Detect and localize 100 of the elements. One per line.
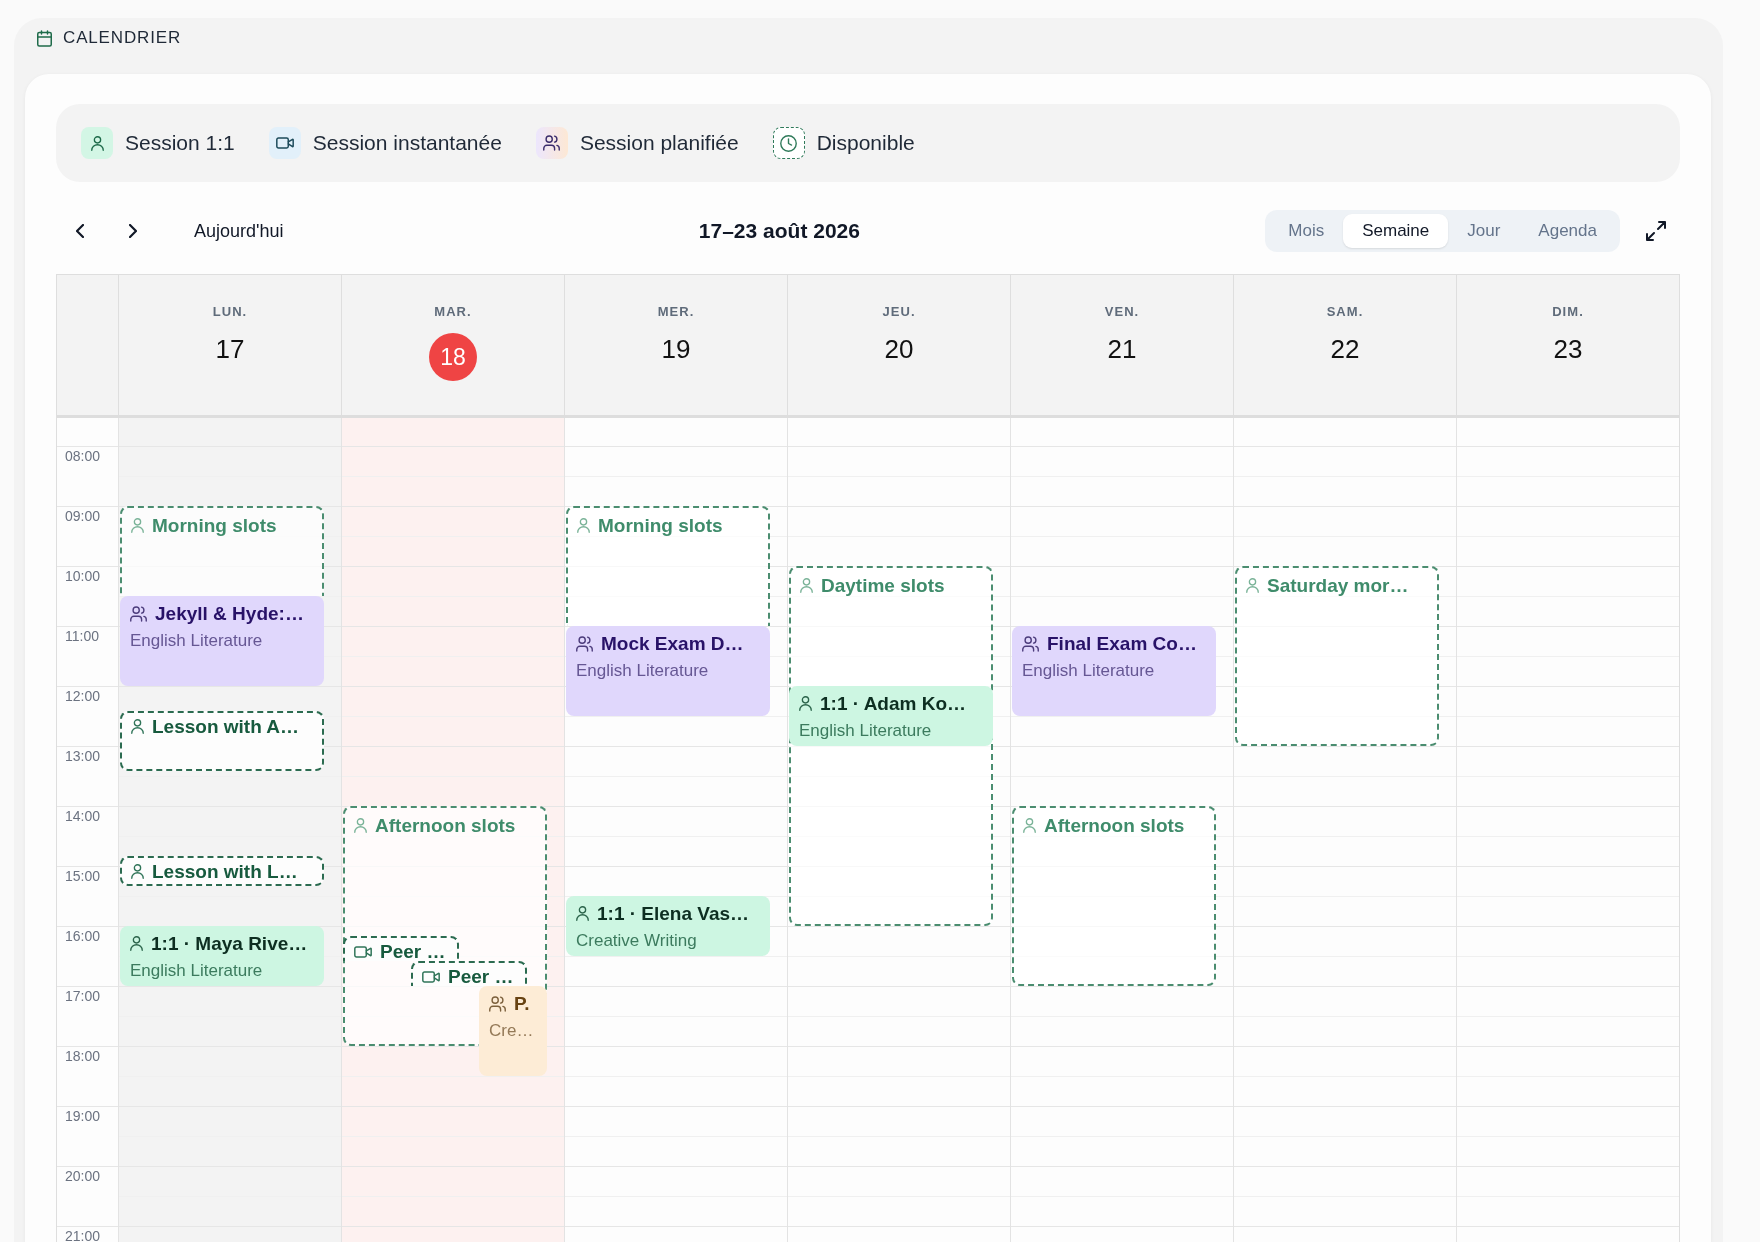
session-card[interactable]: Mock Exam D… English Literature — [566, 626, 770, 716]
session-card[interactable]: P. Cre… — [479, 986, 547, 1076]
person-icon — [576, 906, 589, 921]
event-title: 1:1 · Adam Ko… — [820, 694, 967, 713]
date-number: 20 — [884, 333, 914, 365]
event-title: Peer … — [448, 967, 514, 986]
event-subtitle: English Literature — [576, 661, 709, 681]
view-tab[interactable]: Jour — [1448, 214, 1520, 248]
panel-title: CALENDRIER — [63, 27, 182, 50]
person-icon — [1246, 578, 1259, 593]
event-subtitle: English Literature — [1022, 661, 1155, 681]
video-camera-icon — [354, 945, 372, 958]
time-label: 15:00 — [65, 869, 101, 883]
time-label: 18:00 — [65, 1049, 101, 1063]
event-title: Morning slots — [152, 516, 277, 535]
weekday-label: SAM. — [1326, 304, 1364, 320]
time-label: 08:00 — [65, 449, 101, 463]
availability-slot[interactable]: Afternoon slots — [1012, 806, 1216, 986]
time-label: 10:00 — [65, 569, 101, 583]
legend-label: Session planifiée — [579, 130, 739, 157]
people-icon — [576, 635, 593, 652]
session-card[interactable]: 1:1 · Adam Ko… English Literature — [789, 686, 993, 746]
person-icon — [354, 818, 367, 833]
view-tab[interactable]: Agenda — [1519, 214, 1616, 248]
legend-label: Disponible — [816, 130, 915, 157]
event-title: P. — [514, 994, 530, 1013]
event-title: 1:1 · Elena Vas… — [597, 904, 750, 923]
weekday-label: MAR. — [434, 304, 472, 320]
event-title: 1:1 · Maya Rive… — [151, 934, 308, 953]
people-icon — [130, 605, 147, 622]
legend-label: Session instantanée — [312, 130, 502, 157]
time-label: 14:00 — [65, 809, 101, 823]
clock-icon — [772, 127, 805, 159]
session-card[interactable]: Final Exam Co… English Literature — [1012, 626, 1216, 716]
event-subtitle: English Literature — [130, 631, 263, 651]
date-number: 23 — [1553, 333, 1583, 365]
legend-label: Session 1:1 — [125, 130, 235, 157]
booking-slot[interactable]: Lesson with L… — [120, 856, 324, 886]
person-icon — [131, 518, 144, 533]
event-title: Daytime slots — [821, 576, 945, 595]
person-icon — [800, 578, 813, 593]
time-label: 13:00 — [65, 749, 101, 763]
date-number: 17 — [215, 333, 245, 365]
view-tab[interactable]: Semaine — [1343, 214, 1449, 248]
event-title: Jekyll & Hyde:… — [155, 604, 304, 623]
date-range-title: 17–23 août 2026 — [698, 218, 860, 245]
weekday-label: MER. — [657, 304, 695, 320]
event-title: Lesson with A… — [152, 717, 300, 736]
chevron-right-icon — [129, 224, 137, 238]
booking-slot[interactable]: Peer … — [411, 961, 527, 986]
people-icon — [1022, 635, 1039, 652]
calendar-icon — [37, 29, 52, 47]
session-card[interactable]: Jekyll & Hyde:… English Literature — [120, 596, 324, 686]
person-icon — [81, 127, 113, 159]
time-label: 21:00 — [65, 1229, 101, 1242]
people-icon — [535, 127, 568, 159]
date-number: 18 — [429, 333, 477, 381]
weekday-label: JEU. — [882, 304, 916, 320]
date-number: 21 — [1107, 333, 1137, 365]
person-icon — [577, 518, 590, 533]
event-title: Lesson with L… — [152, 862, 298, 881]
event-title: Peer … — [380, 942, 446, 961]
booking-slot[interactable]: Peer … — [343, 936, 459, 961]
event-subtitle: English Literature — [130, 961, 263, 981]
person-icon — [131, 864, 144, 879]
time-label: 17:00 — [65, 989, 101, 1003]
availability-slot[interactable]: Morning slots — [120, 506, 324, 596]
event-title: Final Exam Co… — [1047, 634, 1197, 653]
time-label: 12:00 — [65, 689, 101, 703]
view-tab[interactable]: Mois — [1269, 214, 1344, 248]
person-icon — [131, 719, 144, 734]
booking-slot[interactable]: Lesson with A… — [120, 711, 324, 771]
video-camera-icon — [422, 970, 440, 983]
date-number: 19 — [661, 333, 691, 365]
session-card[interactable]: 1:1 · Maya Rive… English Literature — [120, 926, 324, 986]
weekday-label: LUN. — [212, 304, 248, 320]
availability-slot[interactable]: Morning slots — [566, 506, 770, 626]
time-label: 16:00 — [65, 929, 101, 943]
people-icon — [489, 995, 506, 1012]
weekday-label: VEN. — [1104, 304, 1140, 320]
event-subtitle: Creative Writing — [576, 931, 697, 951]
person-icon — [799, 696, 812, 711]
today-button[interactable]: Aujourd'hui — [184, 215, 294, 247]
chevron-left-icon — [76, 224, 84, 238]
time-label: 09:00 — [65, 509, 101, 523]
availability-slot[interactable]: Saturday mor… — [1235, 566, 1439, 746]
event-subtitle: Cre… — [489, 1021, 534, 1041]
time-label: 20:00 — [65, 1169, 101, 1183]
video-camera-icon — [268, 127, 301, 159]
session-card[interactable]: 1:1 · Elena Vas… Creative Writing — [566, 896, 770, 956]
expand-icon — [1646, 221, 1666, 241]
time-label: 19:00 — [65, 1109, 101, 1123]
time-label: 11:00 — [65, 629, 99, 643]
person-icon — [130, 936, 143, 951]
weekday-label: DIM. — [1552, 304, 1584, 320]
date-number: 22 — [1330, 333, 1360, 365]
event-title: Afternoon slots — [375, 816, 516, 835]
event-title: Saturday mor… — [1267, 576, 1409, 595]
event-title: Mock Exam D… — [601, 634, 744, 653]
event-title: Afternoon slots — [1044, 816, 1185, 835]
